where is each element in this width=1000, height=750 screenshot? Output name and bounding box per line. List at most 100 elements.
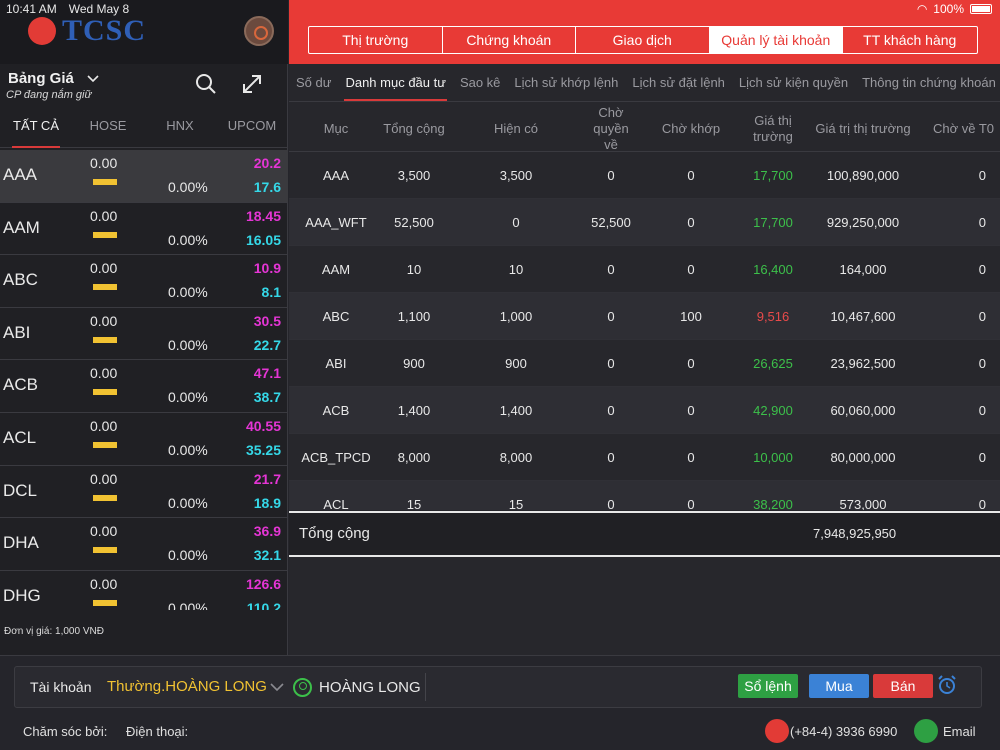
cell-market-value: 164,000: [839, 261, 887, 277]
stock-change: 0.00: [90, 470, 118, 487]
tab-securities[interactable]: Chứng khoán: [443, 27, 576, 53]
col-item: Mục: [323, 120, 349, 136]
sell-button[interactable]: Bán: [873, 674, 933, 698]
search-icon[interactable]: [194, 72, 218, 96]
tab-account-management[interactable]: Quản lý tài khoản: [709, 27, 843, 53]
table-row[interactable]: ACB_TPCD 8,000 8,000 0 0 10,000 80,000,000 0: [289, 434, 1000, 481]
stock-symbol: DHG: [3, 585, 41, 605]
stock-list[interactable]: AAA 0.00 0.00% 20.2 17.6 AAM 0.00 0.00% 18.45 16.…: [0, 150, 288, 610]
cell-available: 10: [508, 261, 524, 277]
hotline-number[interactable]: (+84-4) 3936 6990: [790, 724, 897, 739]
table-row[interactable]: ABC 1,100 1,000 0 100 9,516 10,467,600 0: [289, 293, 1000, 340]
user-icon: [293, 678, 312, 697]
cell-available: 1,400: [499, 402, 533, 418]
tab-hnx[interactable]: HNX: [144, 106, 216, 147]
stock-change: 0.00: [90, 523, 118, 540]
battery-icon: [970, 4, 992, 14]
tab-market[interactable]: Thị trường: [309, 27, 443, 53]
tab-order-history[interactable]: Lịch sử đặt lệnh: [625, 64, 732, 101]
tab-hose[interactable]: HOSE: [72, 106, 144, 147]
stock-row[interactable]: ACL 0.00 0.00% 40.55 35.25: [0, 413, 288, 466]
price-board-panel: 10:41 AM Wed May 8 TCSC Bảng Giá CP đang …: [0, 0, 288, 655]
tab-all[interactable]: TẤT CẢ: [0, 106, 72, 148]
avatar[interactable]: [244, 16, 274, 46]
phone-icon[interactable]: [765, 719, 789, 743]
stock-row[interactable]: ABI 0.00 0.00% 30.5 22.7: [0, 308, 288, 361]
cell-available: 0: [512, 214, 520, 230]
cell-market-value: 573,000: [839, 496, 887, 511]
tab-match-history[interactable]: Lịch sử khớp lệnh: [507, 64, 625, 101]
alarm-clock-icon[interactable]: [937, 675, 957, 695]
stock-row[interactable]: ABC 0.00 0.00% 10.9 8.1: [0, 255, 288, 308]
cell-market-value: 23,962,500: [830, 355, 896, 371]
stock-row[interactable]: DHA 0.00 0.00% 36.9 32.1: [0, 518, 288, 571]
table-row[interactable]: ACB 1,400 1,400 0 0 42,900 60,060,000 0: [289, 387, 1000, 434]
board-subtitle: CP đang nắm giữ: [6, 89, 92, 101]
account-label: Tài khoản: [30, 679, 92, 695]
stock-ceiling-price: 10.9: [253, 260, 281, 277]
stock-floor-price: 16.05: [245, 231, 281, 248]
divider: [425, 673, 426, 701]
stock-row[interactable]: AAA 0.00 0.00% 20.2 17.6: [0, 150, 288, 203]
reference-bar: [93, 547, 117, 554]
stock-floor-price: 17.6: [253, 179, 281, 195]
reference-bar: [93, 179, 117, 185]
cell-item: ACB_TPCD: [301, 449, 371, 465]
price-unit-note: Đơn vị giá: 1,000 VNĐ: [4, 626, 104, 637]
cell-total: 52,500: [394, 214, 434, 230]
tab-portfolio[interactable]: Danh mục đầu tư: [338, 64, 452, 101]
col-pending-rights: Chờ quyền về: [593, 104, 629, 152]
stock-floor-price: 110.2: [246, 599, 281, 610]
care-label: Chăm sóc bởi:: [23, 724, 108, 739]
table-row[interactable]: AAA 3,500 3,500 0 0 17,700 100,890,000 0: [289, 152, 1000, 199]
cell-pending-t0: 0: [978, 355, 986, 371]
expand-icon[interactable]: [240, 72, 264, 96]
buy-button[interactable]: Mua: [809, 674, 869, 698]
stock-row[interactable]: AAM 0.00 0.00% 18.45 16.05: [0, 203, 288, 256]
col-market-value: Giá trị thị trường: [815, 120, 911, 136]
reference-bar: [93, 441, 117, 448]
email-link[interactable]: Email: [943, 724, 976, 739]
stock-row[interactable]: DCL 0.00 0.00% 21.7 18.9: [0, 466, 288, 519]
cell-item: AAA: [322, 167, 349, 183]
board-title[interactable]: Bảng Giá: [8, 70, 74, 87]
order-book-button[interactable]: Sổ lệnh: [738, 674, 798, 698]
battery-percent: 100%: [933, 2, 964, 16]
table-header: Mục Tổng cộng Hiện có Chờ quyền về Chờ k…: [289, 104, 1000, 152]
cell-market-price: 9,516: [756, 308, 790, 324]
chevron-down-icon[interactable]: [86, 72, 100, 86]
main-tabs: Thị trường Chứng khoán Giao dịch Quản lý…: [308, 26, 978, 54]
stock-ceiling-price: 21.7: [253, 470, 281, 487]
stock-change-percent: 0.00%: [168, 336, 208, 353]
table-row[interactable]: AAA_WFT 52,500 0 52,500 0 17,700 929,250,000 0: [289, 199, 1000, 246]
stock-row[interactable]: DHG 0.00 0.00% 126.6 110.2: [0, 571, 288, 610]
col-available: Hiện có: [493, 120, 539, 136]
tab-securities-info[interactable]: Thông tin chứng khoán: [855, 64, 1000, 101]
stock-row[interactable]: ACB 0.00 0.00% 47.1 38.7: [0, 360, 288, 413]
chevron-down-icon[interactable]: [269, 679, 285, 695]
table-row[interactable]: ABI 900 900 0 0 26,625 23,962,500 0: [289, 340, 1000, 387]
cell-market-value: 10,467,600: [830, 308, 896, 324]
stock-floor-price: 18.9: [253, 494, 281, 511]
stock-ceiling-price: 18.45: [245, 207, 281, 224]
cell-pending-t0: 0: [978, 167, 986, 183]
cell-total: 1,100: [397, 308, 431, 324]
stock-symbol: AAM: [3, 217, 40, 237]
cell-market-price: 17,700: [753, 167, 793, 183]
account-select[interactable]: Thường.HOÀNG LONG: [107, 678, 267, 695]
cell-market-price: 16,400: [753, 261, 793, 277]
cell-pending-rights: 0: [607, 355, 615, 371]
stock-change-percent: 0.00%: [168, 494, 208, 511]
stock-ceiling-price: 20.2: [253, 155, 281, 171]
tab-balance[interactable]: Số dư: [289, 64, 338, 101]
tab-rights-history[interactable]: Lịch sử kiện quyền: [732, 64, 855, 101]
tab-statement[interactable]: Sao kê: [453, 64, 507, 101]
cell-pending-t0: 0: [978, 261, 986, 277]
table-row[interactable]: ACL 15 15 0 0 38,200 573,000 0: [289, 481, 1000, 510]
tab-upcom[interactable]: UPCOM: [216, 106, 288, 147]
table-row[interactable]: AAM 10 10 0 0 16,400 164,000 0: [289, 246, 1000, 293]
email-icon[interactable]: [914, 719, 938, 743]
stock-symbol: DHA: [3, 533, 39, 553]
tab-customer-info[interactable]: TT khách hàng: [843, 27, 977, 53]
tab-trading[interactable]: Giao dịch: [576, 27, 710, 53]
